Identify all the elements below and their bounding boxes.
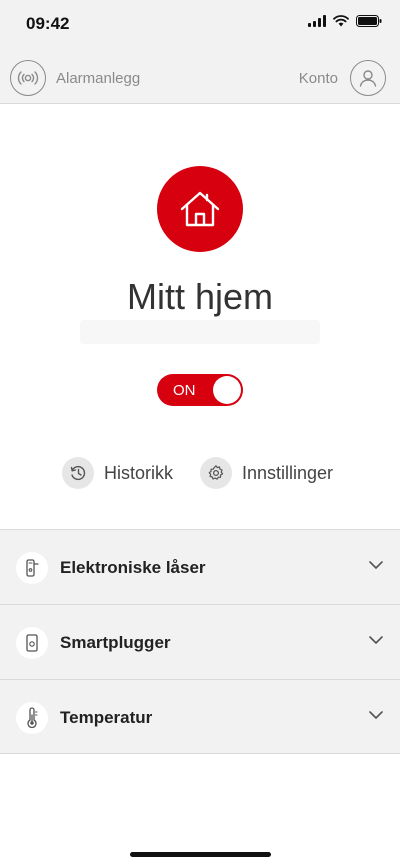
status-time: 09:42	[26, 14, 70, 33]
section-electronic-locks[interactable]: Elektroniske låser	[0, 529, 400, 604]
thermometer-icon	[16, 702, 48, 734]
account-button[interactable]: Konto	[299, 60, 386, 96]
wifi-icon	[333, 15, 349, 27]
toggle-knob	[213, 376, 241, 404]
home-subtitle-placeholder	[80, 320, 320, 344]
section-label: Smartplugger	[60, 633, 171, 652]
chevron-down-icon	[369, 561, 383, 569]
section-smart-plugs[interactable]: Smartplugger	[0, 604, 400, 679]
alarm-icon	[10, 60, 46, 96]
history-icon	[62, 457, 94, 489]
alarm-system-button[interactable]: Alarmanlegg	[10, 60, 140, 96]
section-label: Elektroniske låser	[60, 558, 206, 577]
history-button[interactable]: Historikk	[62, 457, 173, 489]
status-icons	[308, 15, 382, 27]
toggle-label: ON	[173, 382, 196, 399]
history-label: Historikk	[104, 462, 174, 483]
device-sections: Elektroniske låser Smartplugger Temperat…	[0, 529, 400, 754]
alarm-system-label: Alarmanlegg	[56, 69, 141, 87]
house-icon	[157, 166, 243, 252]
status-bar: 09:42	[0, 0, 400, 48]
user-icon	[350, 60, 386, 96]
chevron-down-icon	[369, 711, 383, 719]
signal-icon	[308, 15, 326, 27]
alarm-toggle[interactable]: ON	[157, 374, 243, 406]
door-lock-icon	[16, 552, 48, 584]
home-panel: Mitt hjem ON Historikk Innstillinger	[0, 104, 400, 529]
gear-icon	[200, 457, 232, 489]
section-label: Temperatur	[60, 708, 153, 727]
home-title: Mitt hjem	[126, 276, 274, 317]
battery-icon	[356, 15, 382, 27]
home-indicator[interactable]	[130, 852, 271, 857]
nav-bar: Alarmanlegg Konto	[0, 48, 400, 104]
smart-plug-icon	[16, 627, 48, 659]
settings-label: Innstillinger	[242, 462, 334, 483]
settings-button[interactable]: Innstillinger	[200, 457, 333, 489]
chevron-down-icon	[369, 636, 383, 644]
account-label: Konto	[298, 69, 338, 87]
section-temperature[interactable]: Temperatur	[0, 679, 400, 754]
